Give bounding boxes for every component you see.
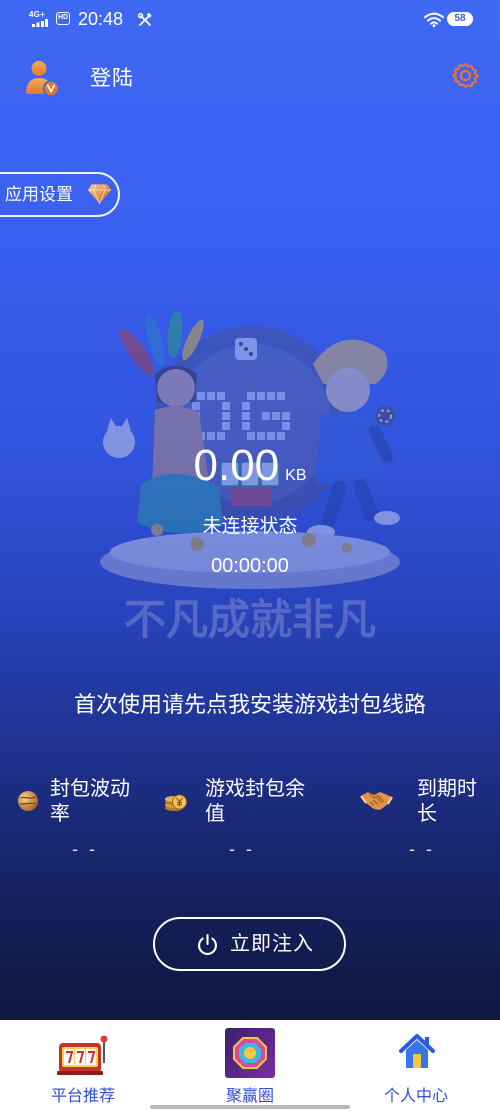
nav-label: 平台推荐 [50, 1088, 115, 1105]
slot-machine-icon [55, 1033, 111, 1077]
globe-coin-icon [17, 790, 39, 812]
nav-label: 个人中心 [383, 1088, 448, 1105]
stat-label: 封包波动率 [50, 778, 130, 825]
app-settings-button[interactable]: 应用设置 [0, 172, 120, 217]
handshake-icon [360, 788, 393, 812]
traffic-readout: 0.00 KB [0, 440, 500, 492]
user-avatar-button[interactable] [24, 59, 60, 97]
game-app-icon [225, 1028, 275, 1078]
diamond-vip-icon [87, 183, 112, 205]
coin-stack-icon [164, 789, 188, 813]
bottom-nav: 平台推荐 聚赢圈 个人中心 [0, 1020, 500, 1111]
home-indicator[interactable] [150, 1105, 350, 1109]
traffic-unit: KB [285, 467, 307, 484]
inject-now-label: 立即注入 [230, 933, 314, 955]
connection-status: 未连接状态 [202, 516, 298, 537]
install-route-prompt[interactable]: 首次使用请先点我安装游戏封包线路 [0, 691, 500, 719]
stat-label: 到期时长 [417, 778, 477, 825]
battery-icon: 58 [447, 12, 473, 26]
nav-item-personal-center[interactable]: 个人中心 [366, 1020, 466, 1111]
stat-value: - - [229, 839, 255, 859]
inject-now-button[interactable]: 立即注入 [153, 917, 346, 971]
nav-item-win-circle[interactable]: 聚赢圈 [200, 1020, 300, 1111]
app-screen: 4G+ HD 20:48 58 登陆 应用设置 不凡成就非凡 0.00 KB 未… [0, 0, 500, 1111]
hd-badge: HD [56, 12, 70, 25]
tools-icon [138, 13, 152, 27]
dice [235, 338, 257, 360]
signal-icon [32, 19, 48, 27]
stat-label: 游戏封包余值 [205, 778, 305, 825]
stat-packet-fluctuation [0, 770, 1, 771]
gear-icon[interactable] [451, 61, 480, 90]
traffic-amount: 0.00 [193, 441, 280, 490]
user-vip-avatar-icon [24, 59, 60, 97]
status-time: 20:48 [78, 9, 124, 29]
app-settings-label: 应用设置 [5, 185, 73, 204]
power-icon [196, 933, 219, 956]
wifi-icon [424, 12, 444, 27]
stat-value: - - [72, 839, 98, 859]
network-type: 4G+ [29, 10, 45, 19]
login-title[interactable]: 登陆 [90, 65, 134, 93]
stat-value: - - [409, 839, 435, 859]
artwork-slogan: 不凡成就非凡 [123, 595, 376, 644]
nav-item-platform-recommend[interactable]: 平台推荐 [33, 1020, 133, 1111]
connection-timer: 00:00:00 [211, 555, 289, 577]
status-bar: 4G+ HD 20:48 58 [0, 0, 500, 38]
house-icon [397, 1032, 437, 1072]
